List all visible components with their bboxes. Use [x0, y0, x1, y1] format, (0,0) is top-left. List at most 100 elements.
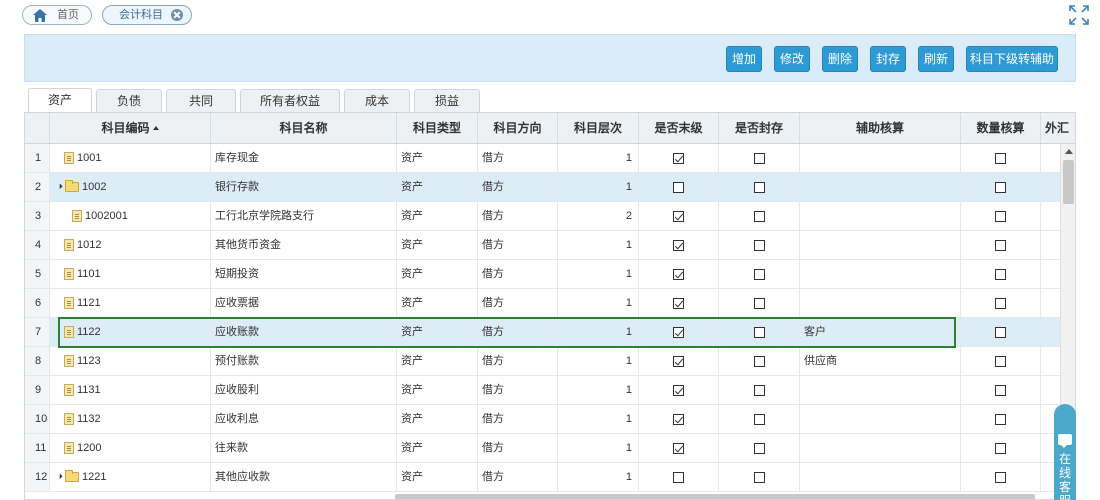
account-name-cell[interactable]: 应收股利: [211, 376, 397, 404]
checkbox[interactable]: [753, 442, 765, 454]
checkbox[interactable]: [753, 297, 765, 309]
account-name-cell[interactable]: 其他应收款: [211, 463, 397, 491]
convert-to-auxiliary-button[interactable]: 科目下级转辅助: [966, 46, 1058, 72]
checkbox[interactable]: [753, 355, 765, 367]
account-level-cell[interactable]: 1: [558, 347, 639, 375]
table-row[interactable]: 11 1200 往来款 资产 借方 1: [25, 434, 1075, 463]
tab-common[interactable]: 共同: [166, 89, 236, 112]
checkbox[interactable]: [673, 355, 684, 367]
checkbox[interactable]: [673, 152, 684, 164]
account-type-cell[interactable]: 资产: [397, 289, 478, 317]
account-level-cell[interactable]: 1: [558, 173, 639, 201]
table-row[interactable]: 6 1121 应收票据 资产 借方 1: [25, 289, 1075, 318]
account-name-cell[interactable]: 库存现金: [211, 144, 397, 172]
checkbox[interactable]: [995, 239, 1006, 251]
account-type-cell[interactable]: 资产: [397, 376, 478, 404]
checkbox[interactable]: [673, 413, 684, 425]
account-code-cell[interactable]: 1132: [50, 405, 211, 433]
account-level-cell[interactable]: 2: [558, 202, 639, 230]
checkbox[interactable]: [673, 210, 684, 222]
header-foreign-currency[interactable]: 外汇: [1041, 113, 1075, 143]
account-code-cell[interactable]: 1101: [50, 260, 211, 288]
checkbox[interactable]: [753, 152, 765, 164]
header-quantity-accounting[interactable]: 数量核算: [961, 113, 1041, 143]
row-number-cell[interactable]: 11: [25, 434, 50, 462]
tree-expand-icon[interactable]: [55, 183, 63, 191]
row-number-cell[interactable]: 7: [25, 318, 50, 346]
header-account-type[interactable]: 科目类型: [397, 113, 478, 143]
header-account-code[interactable]: 科目编码: [50, 113, 211, 143]
row-number-cell[interactable]: 8: [25, 347, 50, 375]
table-row[interactable]: 1 1001 库存现金 资产 借方 1: [25, 144, 1075, 173]
account-name-cell[interactable]: 往来款: [211, 434, 397, 462]
account-type-cell[interactable]: 资产: [397, 144, 478, 172]
checkbox[interactable]: [995, 326, 1006, 338]
account-type-cell[interactable]: 资产: [397, 260, 478, 288]
auxiliary-accounting-cell[interactable]: 客户: [800, 318, 961, 346]
checkbox[interactable]: [673, 268, 684, 280]
table-row[interactable]: 2 1002 银行存款 资产 借方 1: [25, 173, 1075, 202]
account-level-cell[interactable]: 1: [558, 260, 639, 288]
account-name-cell[interactable]: 工行北京学院路支行: [211, 202, 397, 230]
account-level-cell[interactable]: 1: [558, 405, 639, 433]
account-direction-cell[interactable]: 借方: [478, 144, 558, 172]
tab-cost[interactable]: 成本: [344, 89, 410, 112]
table-row[interactable]: 7 1122 应收账款 资产 借方 1 客户: [25, 318, 1075, 347]
checkbox[interactable]: [995, 355, 1006, 367]
account-level-cell[interactable]: 1: [558, 231, 639, 259]
auxiliary-accounting-cell[interactable]: 供应商: [800, 347, 961, 375]
account-code-cell[interactable]: 1122: [50, 318, 211, 346]
checkbox[interactable]: [995, 384, 1006, 396]
account-name-cell[interactable]: 其他货币资金: [211, 231, 397, 259]
auxiliary-accounting-cell[interactable]: [800, 231, 961, 259]
delete-button[interactable]: 删除: [822, 46, 858, 72]
account-direction-cell[interactable]: 借方: [478, 318, 558, 346]
checkbox[interactable]: [995, 297, 1006, 309]
account-level-cell[interactable]: 1: [558, 289, 639, 317]
online-service-widget[interactable]: 在线客服: [1054, 404, 1076, 500]
scroll-up-icon[interactable]: [1065, 149, 1073, 154]
auxiliary-accounting-cell[interactable]: [800, 405, 961, 433]
auxiliary-accounting-cell[interactable]: [800, 173, 961, 201]
account-level-cell[interactable]: 1: [558, 318, 639, 346]
checkbox[interactable]: [673, 471, 684, 483]
account-code-cell[interactable]: 1002: [50, 173, 211, 201]
account-direction-cell[interactable]: 借方: [478, 202, 558, 230]
tab-profit-loss[interactable]: 损益: [414, 89, 480, 112]
account-name-cell[interactable]: 应收票据: [211, 289, 397, 317]
account-direction-cell[interactable]: 借方: [478, 231, 558, 259]
refresh-button[interactable]: 刷新: [918, 46, 954, 72]
account-direction-cell[interactable]: 借方: [478, 173, 558, 201]
checkbox[interactable]: [753, 326, 765, 338]
tab-assets[interactable]: 资产: [28, 88, 92, 112]
close-icon[interactable]: [171, 9, 183, 21]
row-number-cell[interactable]: 2: [25, 173, 50, 201]
auxiliary-accounting-cell[interactable]: [800, 202, 961, 230]
checkbox[interactable]: [673, 181, 684, 193]
checkbox[interactable]: [753, 210, 765, 222]
seal-button[interactable]: 封存: [870, 46, 906, 72]
account-code-cell[interactable]: 1200: [50, 434, 211, 462]
row-number-cell[interactable]: 3: [25, 202, 50, 230]
checkbox[interactable]: [753, 268, 765, 280]
account-name-cell[interactable]: 银行存款: [211, 173, 397, 201]
header-is-sealed[interactable]: 是否封存: [719, 113, 800, 143]
header-auxiliary-accounting[interactable]: 辅助核算: [800, 113, 961, 143]
account-level-cell[interactable]: 1: [558, 434, 639, 462]
table-row[interactable]: 4 1012 其他货币资金 资产 借方 1: [25, 231, 1075, 260]
tab-owners-equity[interactable]: 所有者权益: [240, 89, 340, 112]
table-row[interactable]: 9 1131 应收股利 资产 借方 1: [25, 376, 1075, 405]
account-code-cell[interactable]: 1131: [50, 376, 211, 404]
account-direction-cell[interactable]: 借方: [478, 405, 558, 433]
account-direction-cell[interactable]: 借方: [478, 260, 558, 288]
checkbox[interactable]: [673, 297, 684, 309]
checkbox[interactable]: [753, 384, 765, 396]
account-direction-cell[interactable]: 借方: [478, 347, 558, 375]
header-account-name[interactable]: 科目名称: [211, 113, 397, 143]
account-name-cell[interactable]: 应收利息: [211, 405, 397, 433]
auxiliary-accounting-cell[interactable]: [800, 260, 961, 288]
account-direction-cell[interactable]: 借方: [478, 434, 558, 462]
account-code-cell[interactable]: 1001: [50, 144, 211, 172]
table-row[interactable]: 3 1002001 工行北京学院路支行 资产 借方 2: [25, 202, 1075, 231]
account-type-cell[interactable]: 资产: [397, 173, 478, 201]
